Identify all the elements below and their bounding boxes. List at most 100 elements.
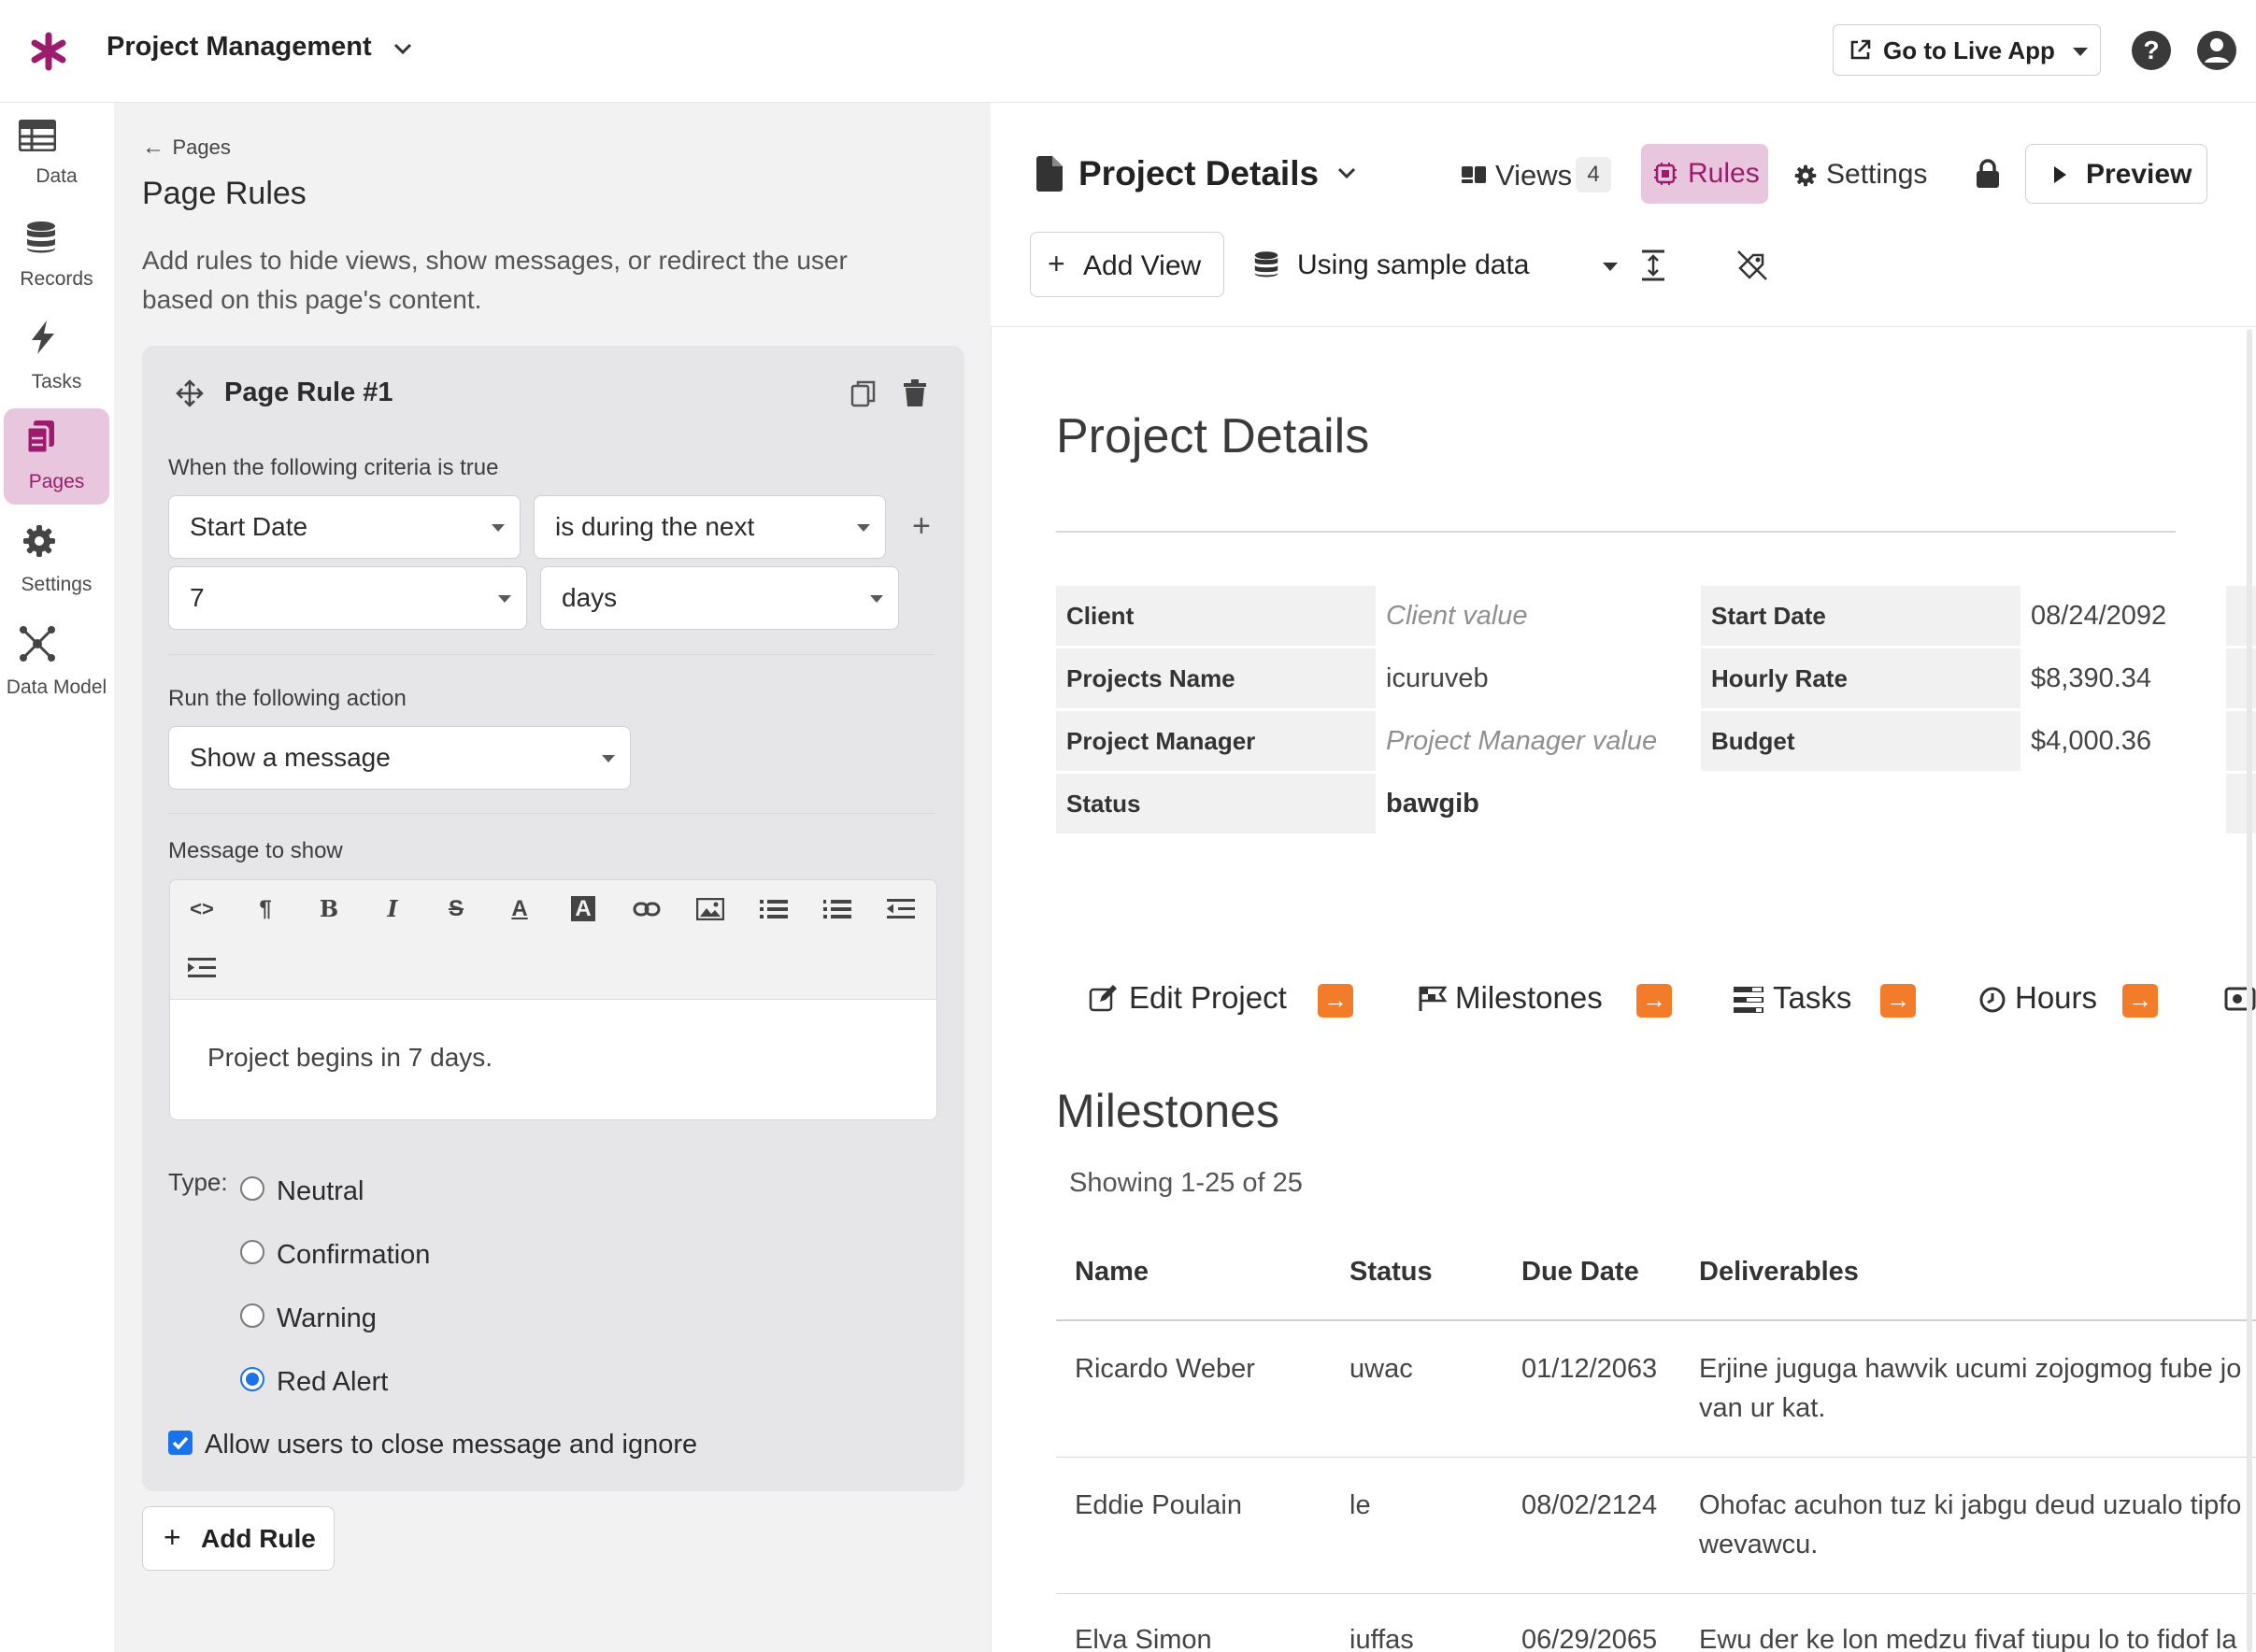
highlight-icon[interactable]: A: [564, 890, 602, 928]
nav-label: Records: [20, 268, 93, 290]
row-height-icon[interactable]: [1640, 249, 1666, 286]
arrow-right-icon: [1636, 984, 1672, 1018]
nav-item-data[interactable]: Data: [4, 103, 109, 199]
cell-status: le: [1349, 1490, 1371, 1520]
action-select[interactable]: Show a message: [168, 726, 631, 790]
page-name[interactable]: Project Details: [1078, 154, 1319, 193]
milestones-link[interactable]: Milestones: [1416, 979, 1678, 1020]
criteria-amount-select[interactable]: 7: [168, 566, 527, 630]
caret-down-icon: [2073, 48, 2088, 56]
user-avatar-icon[interactable]: [2196, 30, 2237, 71]
caret-down-icon: [1603, 263, 1618, 271]
type-radio-warning[interactable]: [240, 1303, 264, 1328]
type-radio-neutral[interactable]: [240, 1176, 264, 1201]
add-rule-button[interactable]: + Add Rule: [142, 1506, 335, 1571]
tasks-label: Tasks: [1773, 980, 1852, 1015]
project-switcher[interactable]: Project Management: [107, 32, 413, 69]
nav-item-records[interactable]: Records: [4, 206, 109, 302]
bullet-list-icon[interactable]: [755, 890, 792, 928]
field-value-budget: $4,000.36: [2031, 726, 2152, 756]
add-view-button[interactable]: + Add View: [1030, 232, 1224, 297]
showing-count: Showing 1-25 of 25: [1069, 1168, 1303, 1198]
rules-tab[interactable]: Rules: [1641, 144, 1768, 204]
live-app-dropdown-button[interactable]: [2059, 24, 2101, 76]
message-text[interactable]: Project begins in 7 days.: [207, 1043, 493, 1073]
field-value-start-date: 08/24/2092: [2031, 601, 2167, 631]
chevron-down-icon[interactable]: [1336, 166, 1357, 184]
nav-item-pages[interactable]: Pages: [4, 408, 109, 505]
bold-icon[interactable]: B: [310, 890, 348, 928]
sample-data-dropdown[interactable]: Using sample data: [1252, 243, 1618, 290]
link-icon[interactable]: [628, 890, 665, 928]
image-icon[interactable]: [692, 890, 729, 928]
cell-status: uwac: [1349, 1354, 1413, 1384]
field-label-start-date: Start Date: [1701, 586, 2020, 646]
views-icon: [1462, 164, 1488, 190]
cell-deliverables: Ohofac acuhon tuz ki jabgu deud uzualo t…: [1699, 1490, 2242, 1520]
editor-toolbar: <> ¶ B I S A A: [170, 880, 936, 1000]
table-row[interactable]: Ricardo Weber uwac 01/12/2063 Erjine jug…: [1056, 1321, 2256, 1457]
column-header-deliverables[interactable]: Deliverables: [1699, 1257, 1859, 1288]
add-view-label: Add View: [1083, 250, 1202, 281]
drag-handle-icon[interactable]: [176, 379, 204, 412]
rules-label: Rules: [1688, 158, 1760, 189]
field-label-projects-name: Projects Name: [1056, 648, 1376, 708]
criteria-unit-select[interactable]: days: [540, 566, 899, 630]
milestones-label: Milestones: [1455, 980, 1603, 1015]
settings-label: Settings: [1826, 159, 1928, 190]
help-icon[interactable]: ?: [2131, 30, 2172, 71]
field-label-budget: Budget: [1701, 711, 2020, 771]
field-value-status: bawgib: [1386, 789, 1479, 819]
type-radio-confirmation[interactable]: [240, 1240, 264, 1264]
trash-icon[interactable]: [903, 379, 927, 412]
message-label: Message to show: [168, 838, 343, 863]
database-icon: [1254, 250, 1278, 283]
milestones-heading: Milestones: [1056, 1085, 1279, 1137]
nav-item-settings[interactable]: Settings: [4, 511, 109, 607]
app-logo-icon[interactable]: [28, 31, 69, 72]
field-value-project-manager: Project Manager value: [1386, 726, 1658, 756]
column-header-due-date[interactable]: Due Date: [1521, 1257, 1639, 1288]
design-toggle-icon[interactable]: [1736, 249, 1768, 286]
back-to-pages-link[interactable]: ← Pages: [142, 135, 231, 161]
flags-icon: [1418, 985, 1448, 1018]
preview-button[interactable]: Preview: [2025, 144, 2207, 204]
code-view-icon[interactable]: <>: [183, 890, 221, 928]
column-header-name[interactable]: Name: [1075, 1257, 1149, 1288]
rules-icon: [1654, 163, 1677, 190]
strikethrough-icon[interactable]: S: [437, 890, 475, 928]
type-radio-red-alert[interactable]: [240, 1367, 264, 1391]
nav-item-data-model[interactable]: Data Model: [4, 614, 109, 710]
clock-icon: [1979, 987, 2006, 1018]
add-criteria-icon[interactable]: +: [912, 510, 931, 542]
criteria-operator-select[interactable]: is during the next: [534, 495, 886, 559]
tasks-link[interactable]: Tasks: [1734, 979, 1920, 1020]
type-label-warning: Warning: [277, 1303, 377, 1333]
font-color-icon[interactable]: A: [501, 890, 538, 928]
document-icon: [1035, 156, 1064, 196]
cell-name: Eddie Poulain: [1075, 1490, 1242, 1520]
indent-icon[interactable]: [183, 949, 221, 987]
left-nav: Data Records Tasks Pages Settings Data M…: [0, 103, 114, 1652]
column-header-status[interactable]: Status: [1349, 1257, 1433, 1288]
edit-project-link[interactable]: Edit Project: [1087, 979, 1358, 1020]
allow-close-checkbox[interactable]: [168, 1431, 193, 1455]
numbered-list-icon[interactable]: [819, 890, 856, 928]
table-row[interactable]: Eddie Poulain le 08/02/2124 Ohofac acuho…: [1056, 1458, 2256, 1593]
plus-icon: +: [164, 1520, 181, 1554]
hours-link[interactable]: Hours: [1978, 979, 2164, 1020]
italic-icon[interactable]: I: [374, 890, 411, 928]
criteria-field-select[interactable]: Start Date: [168, 495, 521, 559]
message-editor: <> ¶ B I S A A Project begins in 7 days.: [169, 879, 937, 1120]
copy-icon[interactable]: [850, 379, 877, 412]
paragraph-icon[interactable]: ¶: [247, 890, 284, 928]
outdent-icon[interactable]: [882, 890, 920, 928]
go-to-live-app-button[interactable]: Go to Live App: [1833, 24, 2060, 76]
table-row[interactable]: Elva Simon iuffas 06/29/2065 Ewu der ke …: [1056, 1594, 2256, 1652]
rule-title: Page Rule #1: [224, 377, 393, 407]
views-count-badge: 4: [1576, 157, 1611, 192]
field-value-client: Client value: [1386, 601, 1528, 631]
scrollbar[interactable]: [2247, 329, 2252, 1652]
nav-item-tasks[interactable]: Tasks: [4, 308, 109, 405]
lock-icon[interactable]: [1976, 159, 2000, 193]
